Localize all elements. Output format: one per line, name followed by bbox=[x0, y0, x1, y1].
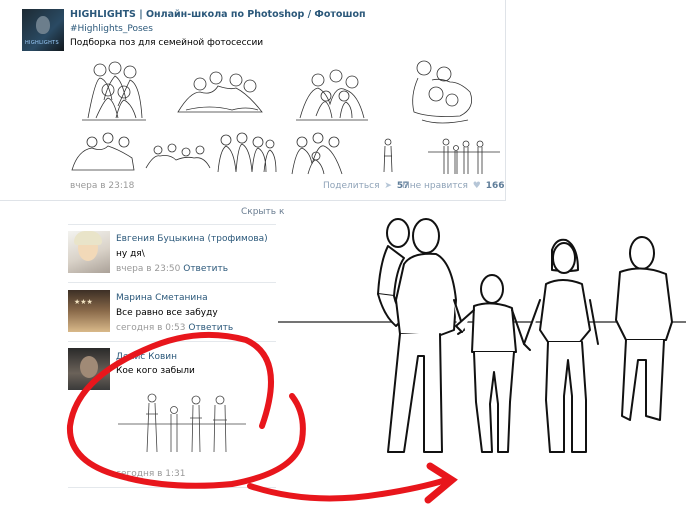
man-figure-right bbox=[615, 236, 673, 421]
family-pose-illustration bbox=[66, 218, 686, 504]
boy-figure bbox=[455, 274, 525, 453]
mother-figure bbox=[523, 238, 599, 453]
